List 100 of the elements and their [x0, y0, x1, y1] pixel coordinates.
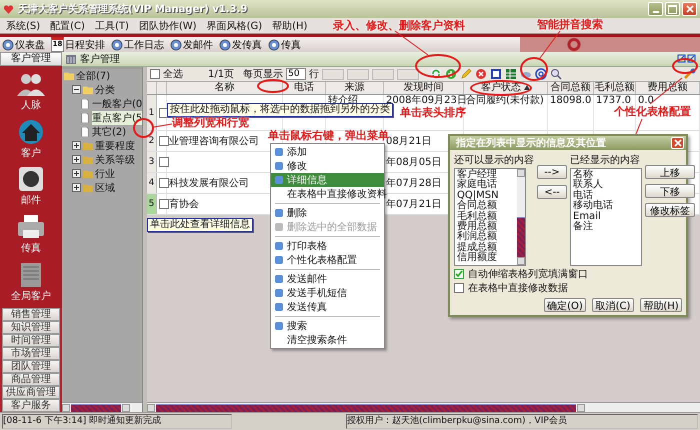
menu-item[interactable]: 系统(S)	[6, 18, 40, 32]
row-checkbox[interactable]	[159, 136, 169, 146]
house-icon[interactable]	[16, 118, 46, 145]
menu-item[interactable]: 清空搜索条件	[271, 333, 384, 347]
menu-item[interactable]: 打印表格	[271, 239, 384, 253]
resize-arrows-icon[interactable]	[677, 54, 697, 64]
checkbox[interactable]	[454, 269, 464, 279]
row-number[interactable]: 1	[147, 95, 157, 130]
dialog-button[interactable]: 取消(C)	[592, 298, 634, 312]
tree-item[interactable]: 行业	[95, 166, 115, 180]
tree-item[interactable]: 其它(2)	[92, 124, 126, 138]
move-button[interactable]: <--	[537, 185, 567, 199]
page-nav-button[interactable]	[397, 68, 420, 80]
list-item[interactable]: 合同总额	[457, 201, 515, 212]
toolbar-button[interactable]: 仪表盘	[0, 38, 47, 52]
menu-item[interactable]: 界面风格(G)	[206, 18, 262, 32]
row-checkbox[interactable]	[159, 157, 169, 167]
module-button[interactable]: 团队管理	[2, 360, 60, 373]
list-item[interactable]: 备注	[573, 222, 639, 232]
expander-icon[interactable]	[72, 85, 81, 94]
menu-item[interactable]: 添加	[271, 145, 384, 159]
column-header[interactable]: 毛利总额	[594, 82, 636, 94]
people-icon[interactable]	[16, 71, 46, 98]
minimize-button[interactable]	[648, 2, 663, 16]
tree-item[interactable]: 分类	[95, 82, 115, 96]
menu-item[interactable]: 发送手机短信	[271, 286, 384, 300]
row-checkbox[interactable]	[159, 199, 169, 209]
column-header[interactable]: 发现时间	[384, 82, 464, 94]
maximize-button[interactable]	[665, 2, 680, 16]
printer-icon[interactable]	[16, 214, 46, 240]
list-item[interactable]: QQ|MSN	[457, 190, 515, 202]
menu-item[interactable]: 详细信息	[271, 173, 384, 187]
vertical-scrollbar[interactable]	[517, 169, 525, 265]
expander-icon[interactable]	[72, 141, 81, 150]
move-button[interactable]: -->	[537, 165, 567, 179]
list-item[interactable]: 移动电话	[573, 201, 639, 212]
dialog-button[interactable]: 下移	[645, 184, 695, 198]
menu-item[interactable]: 发送传真	[271, 300, 384, 314]
expander-icon[interactable]	[72, 183, 81, 192]
dialog-button[interactable]: 上移	[645, 165, 695, 179]
toolbar-button[interactable]: 工作日志	[109, 38, 166, 52]
settings-icon[interactable]	[683, 68, 697, 80]
shortcut-label[interactable]: 邮件	[21, 193, 41, 208]
module-button[interactable]: 知识管理	[2, 321, 60, 334]
menu-item[interactable]: 搜索	[271, 319, 384, 333]
delete-icon[interactable]	[475, 68, 488, 80]
checkbox[interactable]	[454, 283, 464, 293]
spreadsheet-icon[interactable]	[505, 68, 518, 80]
tree-item[interactable]: 全部(7)	[76, 68, 110, 82]
tree-item[interactable]: 区域	[95, 180, 115, 194]
module-button[interactable]: 市场管理	[2, 347, 60, 360]
close-button[interactable]	[682, 2, 697, 16]
menu-item[interactable]: 工具(T)	[94, 18, 129, 32]
tree-item[interactable]: 一般客户(0	[92, 96, 142, 110]
column-header[interactable]: 合同总额	[548, 82, 594, 94]
menu-item[interactable]: 删除	[271, 206, 384, 220]
tree-item[interactable]: 关系等级	[95, 152, 135, 166]
horizontal-scrollbar[interactable]	[147, 402, 700, 412]
add-icon[interactable]	[445, 68, 458, 80]
menu-item[interactable]: 帮助(H)	[272, 18, 308, 32]
tree-item[interactable]: 重要程度	[95, 138, 135, 152]
module-button[interactable]: 商品管理	[2, 373, 60, 386]
toolbar-button[interactable]: 发传真	[217, 38, 264, 52]
shortcut-label[interactable]: 客户	[21, 146, 41, 160]
row-number[interactable]: 4	[147, 173, 157, 193]
list-item[interactable]: 联系人	[573, 180, 639, 191]
column-header[interactable]: 客户状态	[464, 82, 548, 94]
module-button[interactable]: 供应商管理	[2, 386, 60, 399]
row-number[interactable]: 3	[147, 152, 157, 172]
shortcut-label[interactable]: 传真	[21, 241, 41, 256]
list-item[interactable]: 家庭电话	[457, 180, 515, 191]
dialog-button[interactable]: 修改标签	[645, 203, 695, 217]
expander-icon[interactable]	[72, 155, 81, 164]
column-header[interactable]: 电话	[283, 82, 326, 94]
shortcut-label[interactable]: 全局客户	[11, 288, 51, 303]
module-button[interactable]: 销售管理	[2, 308, 60, 321]
toolbar-button[interactable]: 发邮件	[168, 38, 215, 52]
dialog-button[interactable]: 确定(O)	[544, 298, 586, 312]
menu-item[interactable]: 配置(C)	[50, 18, 85, 32]
column-header[interactable]: 名称	[167, 82, 283, 94]
menu-item[interactable]: 修改	[271, 159, 384, 173]
module-button[interactable]: 时间管理	[2, 334, 60, 347]
menu-item[interactable]: 发送邮件	[271, 272, 384, 286]
menu-item[interactable]: 团队协作(W)	[138, 18, 197, 32]
dialog-button[interactable]: 帮助(H)	[640, 298, 682, 312]
column-header[interactable]: 来源	[326, 82, 384, 94]
toolbar-button[interactable]: 传真	[266, 38, 303, 52]
expander-icon[interactable]	[72, 169, 81, 178]
list-item[interactable]: 信用额度	[457, 253, 515, 264]
search-icon[interactable]	[550, 68, 562, 80]
module-button[interactable]: 客户服务	[2, 399, 60, 412]
per-page-field[interactable]: 50	[286, 68, 306, 80]
sidebar-header[interactable]: 客户管理	[0, 52, 62, 66]
row-number[interactable]: 5	[147, 194, 157, 214]
close-button[interactable]	[671, 137, 684, 149]
checkbox[interactable]	[150, 69, 160, 79]
at-sign-icon[interactable]	[535, 68, 548, 80]
row-checkbox[interactable]	[159, 178, 169, 188]
list-item[interactable]: 利润总额	[457, 232, 515, 243]
horizontal-scrollbar[interactable]	[62, 402, 142, 412]
